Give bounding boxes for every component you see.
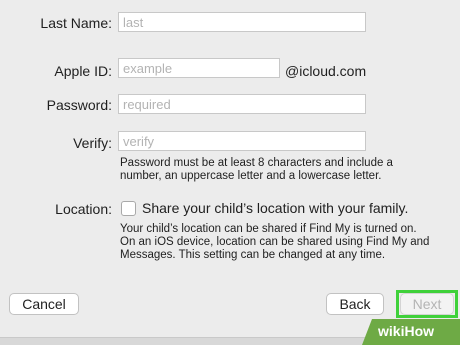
- dialog-panel: Last Name: Apple ID: @icloud.com Passwor…: [0, 0, 460, 337]
- next-button-highlight: [396, 290, 458, 318]
- location-note-line: Messages. This setting can be changed at…: [120, 249, 386, 261]
- last-name-field[interactable]: [118, 12, 366, 32]
- last-name-label: Last Name:: [40, 15, 112, 31]
- apple-id-field[interactable]: [118, 58, 280, 78]
- cancel-button[interactable]: Cancel: [9, 293, 79, 315]
- wikihow-watermark-text: wikiHow: [378, 323, 435, 339]
- password-requirements-note: Password must be at least 8 characters a…: [120, 157, 450, 183]
- icloud-domain-suffix: @icloud.com: [285, 63, 367, 79]
- share-location-checkbox-label[interactable]: Share your child’s location with your fa…: [142, 200, 408, 216]
- password-hint-line: number, an uppercase letter and a lowerc…: [120, 170, 382, 182]
- password-label: Password:: [46, 97, 112, 113]
- verify-label: Verify:: [73, 135, 112, 151]
- back-button[interactable]: Back: [326, 293, 384, 315]
- apple-id-label: Apple ID:: [54, 63, 112, 79]
- verify-field[interactable]: [118, 131, 366, 151]
- location-note-line: On an iOS device, location can be shared…: [120, 236, 430, 248]
- share-location-checkbox[interactable]: [121, 201, 136, 216]
- password-field[interactable]: [118, 94, 366, 114]
- wikihow-watermark: wikiHow: [362, 319, 460, 345]
- password-hint-line: Password must be at least 8 characters a…: [120, 157, 393, 169]
- location-sharing-note: Your child’s location can be shared if F…: [120, 223, 456, 262]
- location-label: Location:: [55, 201, 112, 217]
- location-note-line: Your child’s location can be shared if F…: [120, 223, 417, 235]
